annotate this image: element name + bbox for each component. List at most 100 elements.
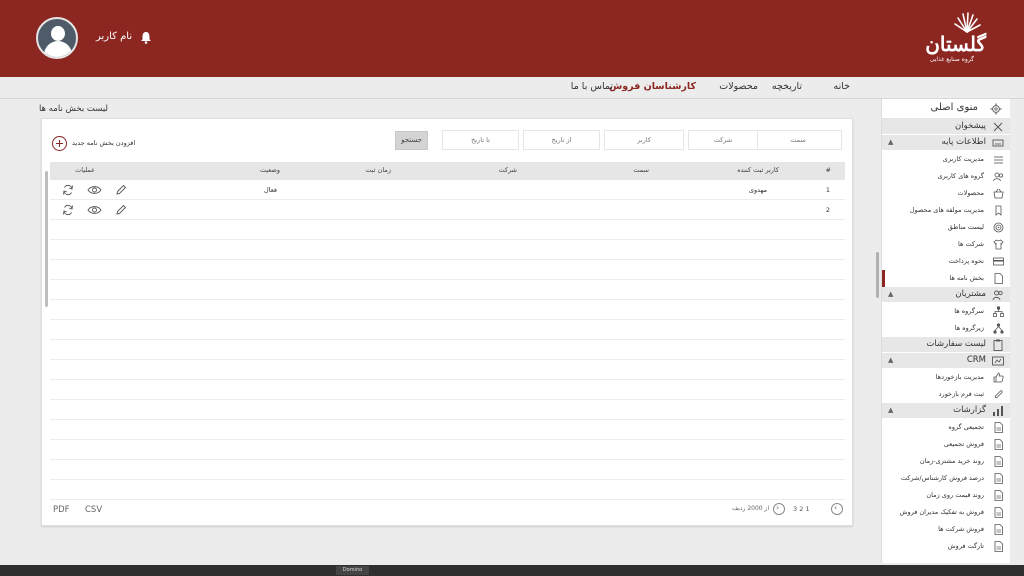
table-row-empty: [50, 320, 845, 340]
sidebar-item-label: شرکت ها: [958, 240, 984, 248]
export-csv-button[interactable]: CSV: [85, 505, 102, 515]
nav-history[interactable]: تاریخچه: [772, 81, 802, 92]
sidebar-section-base-info[interactable]: اطلاعات پایه ▲: [882, 135, 1010, 151]
table-row-empty: [50, 420, 845, 440]
sidebar-section-crm[interactable]: CRM ▲: [882, 353, 1010, 369]
sidebar-section-customers[interactable]: مشتریان ▲: [882, 287, 1010, 303]
pagination: از 2000 ردیف ‹ 1 2 3 ›: [732, 502, 848, 518]
sidebar-section-orders[interactable]: لیست سفارشات: [882, 337, 1010, 353]
edit-pencil-icon[interactable]: [115, 184, 127, 196]
footer-bar: Domino: [0, 565, 1024, 576]
from-date-input[interactable]: [523, 130, 600, 150]
chevron-up-icon[interactable]: ▲: [888, 356, 893, 364]
table-row-empty: [50, 300, 845, 320]
col-company: شرکت: [498, 166, 517, 174]
avatar[interactable]: [36, 17, 78, 59]
sidebar-item-report-customer-trend[interactable]: روند خرید مشتری-زمان: [882, 453, 1010, 470]
sidebar-item-label: روند قیمت روی زمان: [926, 491, 984, 499]
search-button[interactable]: جستجو: [395, 131, 428, 150]
table-row-empty: [50, 340, 845, 360]
clipboard-icon: [993, 339, 1003, 351]
sidebar-item-user-groups[interactable]: گروه های کاربری: [882, 168, 1010, 185]
chevron-up-icon[interactable]: ▲: [888, 138, 893, 146]
refresh-icon[interactable]: [62, 184, 74, 196]
company-filter-input[interactable]: [688, 130, 758, 150]
table-row-empty: [50, 380, 845, 400]
sidebar-item-report-group-aggregate[interactable]: تجمیعی گروه: [882, 419, 1010, 436]
sidebar-item-label: گروه های کاربری: [937, 172, 984, 180]
report-doc-icon: [994, 490, 1003, 501]
sidebar-title: منوی اصلی: [930, 102, 978, 113]
nav-sales-experts[interactable]: کارشناسان فروش: [609, 81, 696, 92]
sidebar-item-label: تجمیعی گروه: [948, 423, 984, 431]
sidebar-item-product-attributes[interactable]: مدیریت مولفه های محصول: [882, 202, 1010, 219]
sidebar-item-label: ثبت فرم بازخورد: [938, 390, 984, 398]
username[interactable]: نام کاربر: [96, 31, 132, 42]
sidebar-item-report-sales-target[interactable]: تارگت فروش: [882, 538, 1010, 555]
view-eye-icon[interactable]: [87, 184, 102, 196]
col-registrar: کاربر ثبت کننده: [737, 166, 779, 174]
tools-icon: [993, 122, 1003, 132]
crm-icon: [992, 356, 1004, 366]
sidebar-item-feedback-form[interactable]: ثبت فرم بازخورد: [882, 386, 1010, 403]
users-icon: [993, 172, 1004, 182]
refresh-icon[interactable]: [62, 204, 74, 216]
sidebar-section-label: CRM: [966, 355, 986, 365]
nav-products[interactable]: محصولات: [719, 81, 758, 92]
bell-icon[interactable]: [140, 31, 152, 44]
sidebar-section-label: مشتریان: [955, 289, 986, 299]
plus-circle-icon: [52, 136, 67, 151]
nav-contact[interactable]: تماس با ما: [571, 81, 613, 92]
brand-logo[interactable]: گلستان گروه صنایع غذایی: [925, 12, 986, 64]
sidebar-item-feedback-management[interactable]: مدیریت بازخوردها: [882, 369, 1010, 386]
sidebar-item-user-management[interactable]: مدیریت کاربری: [882, 151, 1010, 168]
to-date-input[interactable]: [442, 130, 519, 150]
sidebar-section-dashboard[interactable]: پیشخوان: [882, 119, 1010, 135]
sidebar-item-label: سرگروه ها: [954, 307, 984, 315]
sidebar-item-report-sales-managers[interactable]: فروش به تفکیک مدیران فروش: [882, 504, 1010, 521]
chevron-right-icon[interactable]: ›: [831, 503, 843, 515]
sidebar-section-label: اطلاعات پایه: [941, 137, 986, 147]
sidebar-item-regions[interactable]: لیست مناطق: [882, 219, 1010, 236]
chevron-up-icon[interactable]: ▲: [888, 406, 893, 414]
sidebar-item-report-company-sales[interactable]: فروش شرکت ها: [882, 521, 1010, 538]
footer-brand-logo[interactable]: Domino: [336, 566, 369, 575]
chevron-left-icon[interactable]: ‹: [773, 503, 785, 515]
report-doc-icon: [994, 507, 1003, 518]
gear-icon[interactable]: [990, 103, 1002, 115]
table-row-empty: [50, 400, 845, 420]
sidebar-section-reports[interactable]: گزارشات ▲: [882, 403, 1010, 419]
row-status: فعال: [264, 186, 277, 194]
user-filter-input[interactable]: [604, 130, 684, 150]
table-scrollbar[interactable]: [45, 171, 48, 307]
table-row-empty: [50, 240, 845, 260]
sidebar-scrollbar[interactable]: [876, 252, 879, 298]
edit-pencil-icon[interactable]: [115, 204, 127, 216]
chevron-up-icon[interactable]: ▲: [888, 290, 893, 298]
sidebar-item-report-sales-percent[interactable]: درصد فروش کارشناس/شرکت: [882, 470, 1010, 487]
sidebar-item-payment-method[interactable]: نحوه پرداخت: [882, 253, 1010, 270]
sidebar-item-circulars[interactable]: بخش نامه ها: [882, 270, 1010, 287]
customers-icon: [992, 290, 1003, 301]
sidebar-item-report-sales-aggregate[interactable]: فروش تجمیعی: [882, 436, 1010, 453]
add-new-circular-button[interactable]: افزودن بخش نامه جدید: [52, 136, 162, 152]
sidebar-item-products[interactable]: محصولات: [882, 185, 1010, 202]
export-pdf-button[interactable]: PDF: [53, 505, 70, 515]
card-icon: [993, 257, 1004, 266]
sidebar-item-label: فروش به تفکیک مدیران فروش: [899, 508, 984, 516]
row-registrar: مهدوی: [748, 186, 767, 194]
sidebar-item-head-groups[interactable]: سرگروه ها: [882, 303, 1010, 320]
sliders-icon: [994, 156, 1003, 164]
view-eye-icon[interactable]: [87, 204, 102, 216]
sidebar-item-label: روند خرید مشتری-زمان: [919, 457, 984, 465]
table-row-empty: [50, 360, 845, 380]
sidebar-item-report-price-trend[interactable]: روند قیمت روی زمان: [882, 487, 1010, 504]
shirt-icon: [993, 239, 1004, 250]
col-time: زمان ثبت: [365, 166, 391, 174]
col-number: #: [825, 166, 831, 174]
sidebar-item-companies[interactable]: شرکت ها: [882, 236, 1010, 253]
nav-home[interactable]: خانه: [833, 81, 850, 92]
semat-filter-input[interactable]: [754, 130, 842, 150]
page-numbers[interactable]: 1 2 3: [793, 505, 810, 513]
sidebar-item-subgroups[interactable]: زیرگروه ها: [882, 320, 1010, 337]
